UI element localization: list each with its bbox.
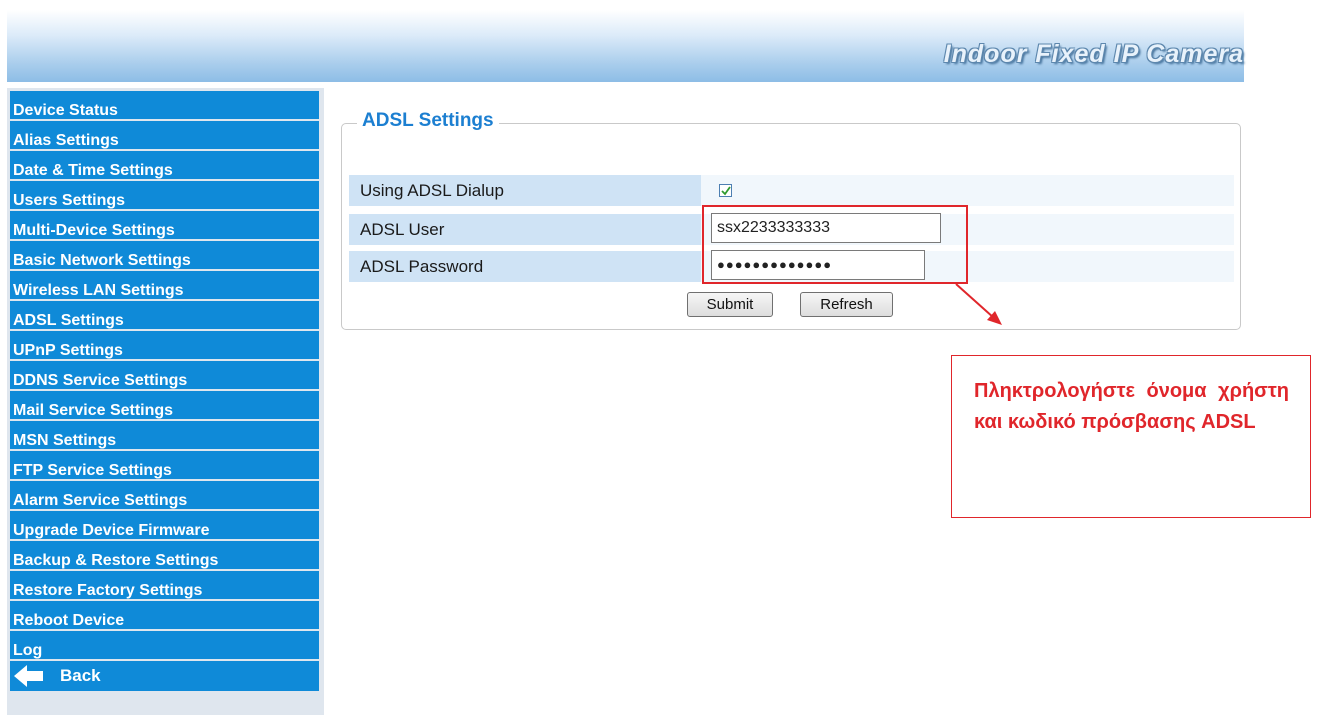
sidebar-item-alias-settings[interactable]: Alias Settings: [10, 121, 319, 149]
back-button[interactable]: Back: [10, 661, 319, 691]
sidebar-item-msn-settings[interactable]: MSN Settings: [10, 421, 319, 449]
submit-button[interactable]: Submit: [687, 292, 773, 317]
adsl-user-label: ADSL User: [349, 214, 701, 245]
sidebar-item-adsl-settings[interactable]: ADSL Settings: [10, 301, 319, 329]
sidebar-item-log[interactable]: Log: [10, 631, 319, 659]
sidebar-item-backup-restore-settings[interactable]: Backup & Restore Settings: [10, 541, 319, 569]
callout-arrow-icon: [955, 283, 1002, 325]
checkmark-icon: [721, 186, 731, 196]
sidebar-item-date-time-settings[interactable]: Date & Time Settings: [10, 151, 319, 179]
sidebar-item-multi-device-settings[interactable]: Multi-Device Settings: [10, 211, 319, 239]
annotation-text: Πληκτρολογήστε όνομα χρήστη και κωδικό π…: [974, 380, 1289, 433]
sidebar-item-users-settings[interactable]: Users Settings: [10, 181, 319, 209]
sidebar: Device Status Alias Settings Date & Time…: [7, 88, 324, 715]
header-banner: Indoor Fixed IP Camera: [7, 10, 1244, 82]
sidebar-item-upnp-settings[interactable]: UPnP Settings: [10, 331, 319, 359]
annotation-callout: Πληκτρολογήστε όνομα χρήστη και κωδικό π…: [951, 355, 1311, 518]
sidebar-menu: Device Status Alias Settings Date & Time…: [10, 91, 319, 693]
sidebar-item-ftp-service-settings[interactable]: FTP Service Settings: [10, 451, 319, 479]
sidebar-item-ddns-service-settings[interactable]: DDNS Service Settings: [10, 361, 319, 389]
sidebar-item-device-status[interactable]: Device Status: [10, 91, 319, 119]
sidebar-item-mail-service-settings[interactable]: Mail Service Settings: [10, 391, 319, 419]
panel-title: ADSL Settings: [357, 110, 499, 132]
dialup-value-cell: [701, 175, 1234, 206]
adsl-dialup-checkbox[interactable]: [719, 184, 732, 197]
app-title: Indoor Fixed IP Camera: [943, 40, 1244, 68]
sidebar-item-reboot-device[interactable]: Reboot Device: [10, 601, 319, 629]
back-label: Back: [60, 666, 101, 685]
sidebar-item-alarm-service-settings[interactable]: Alarm Service Settings: [10, 481, 319, 509]
dialup-label: Using ADSL Dialup: [349, 175, 701, 206]
sidebar-item-restore-factory-settings[interactable]: Restore Factory Settings: [10, 571, 319, 599]
refresh-button[interactable]: Refresh: [800, 292, 893, 317]
back-arrow-icon: [14, 664, 44, 688]
row-adsl-dialup: Using ADSL Dialup: [349, 175, 1234, 207]
sidebar-item-wireless-lan-settings[interactable]: Wireless LAN Settings: [10, 271, 319, 299]
sidebar-item-basic-network-settings[interactable]: Basic Network Settings: [10, 241, 319, 269]
adsl-password-label: ADSL Password: [349, 251, 701, 282]
sidebar-item-upgrade-device-firmware[interactable]: Upgrade Device Firmware: [10, 511, 319, 539]
highlight-frame: [702, 205, 968, 284]
